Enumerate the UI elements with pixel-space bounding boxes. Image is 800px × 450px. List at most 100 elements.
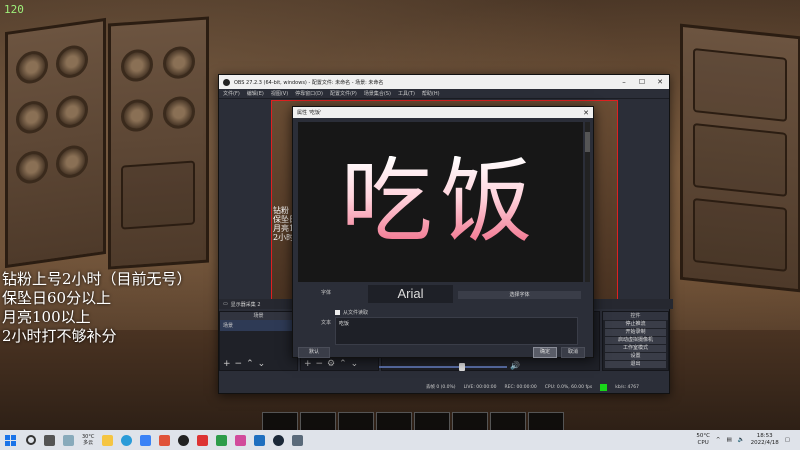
hotbar-slot[interactable] [414, 412, 450, 432]
down-icon[interactable]: ⌄ [258, 359, 270, 369]
overlay-line: 2小时打不够补分 [2, 327, 117, 345]
settings-button[interactable]: 设置 [604, 353, 666, 360]
ok-button[interactable]: 确定 [533, 347, 557, 358]
minimize-icon[interactable]: – [615, 78, 633, 86]
hotbar-slot[interactable] [338, 412, 374, 432]
volume-icon[interactable]: 🔈 [738, 437, 745, 443]
hotbar-slot[interactable] [490, 412, 526, 432]
properties-dialog: 属性 '吃饭' ✕ 吃饭 字体 Arial 选择字体 从文件读取 文本 吃饭 默… [292, 106, 594, 358]
font-name-display: Arial [368, 285, 453, 303]
studio-mode-button[interactable]: 工作室模式 [604, 345, 666, 352]
system-tray: 50°C CPU ^ ▤ 🔈 18:53 2022/4/18 ▢ [696, 433, 800, 447]
edge-icon[interactable] [121, 434, 133, 446]
start-recording-button[interactable]: 开始录制 [604, 329, 666, 336]
weather-desc: 多云 [83, 440, 94, 446]
menu-help[interactable]: 帮助(H) [422, 90, 440, 97]
menu-docks[interactable]: 停靠窗口(D) [295, 90, 323, 97]
volume-slider[interactable]: 🔊 [379, 361, 520, 372]
chevron-up-icon[interactable]: ^ [716, 437, 721, 443]
stream-overlay-text: 钻粉上号2小时（目前无号） 保坠日60分以上 月亮100以上 2小时打不够补分 [2, 270, 192, 346]
start-icon[interactable] [5, 434, 16, 446]
menu-edit[interactable]: 编辑(E) [247, 90, 264, 97]
obs-logo-icon [223, 78, 230, 86]
text-preview: 吃饭 [298, 122, 583, 282]
overlay-line: 钻粉上号2小时（目前无号） [2, 270, 192, 288]
overlay-line: 保坠日60分以上 [2, 289, 112, 307]
file-explorer-icon[interactable] [102, 434, 114, 446]
scene-item[interactable]: 场景 [220, 320, 297, 331]
menu-tools[interactable]: 工具(T) [398, 90, 415, 97]
obs-taskbar-icon[interactable] [178, 434, 190, 446]
stop-streaming-button[interactable]: 停止推流 [604, 321, 666, 328]
controls-header: 控件 [602, 312, 668, 320]
up-icon[interactable]: ⌃ [246, 359, 258, 369]
add-icon[interactable]: + [304, 359, 316, 369]
obs-statusbar: 丢帧 0 (0.0%) LIVE: 00:00:00 REC: 00:00:00… [219, 382, 669, 392]
start-virtual-camera-button[interactable]: 启动虚拟摄像机 [604, 337, 666, 344]
cancel-button[interactable]: 取消 [561, 347, 585, 358]
down-icon[interactable]: ⌄ [351, 359, 363, 369]
cpu-temp-widget[interactable]: 50°C CPU [696, 433, 710, 447]
dialog-scrollbar[interactable] [585, 122, 590, 282]
notification-icon[interactable]: ▢ [785, 437, 790, 443]
app-icon[interactable] [235, 434, 247, 446]
from-file-checkbox[interactable]: 从文件读取 [335, 309, 368, 316]
office-icon[interactable] [159, 434, 171, 446]
obs-titlebar[interactable]: OBS 27.2.3 (64-bit, windows) - 配置文件: 未命名… [219, 75, 669, 89]
stream-health-indicator [600, 383, 608, 391]
search-icon[interactable] [26, 435, 36, 445]
dropped-frames: 丢帧 0 (0.0%) [425, 385, 456, 390]
clock[interactable]: 18:53 2022/4/18 [751, 433, 779, 447]
menu-profile[interactable]: 配置文件(P) [330, 90, 357, 97]
exit-button[interactable]: 退出 [604, 361, 666, 368]
up-icon[interactable]: ⌃ [339, 359, 351, 369]
app-icon[interactable] [197, 434, 209, 446]
gear-icon[interactable]: ⚙ [327, 359, 339, 369]
weather-widget[interactable]: 30°C 多云 [82, 434, 94, 446]
hotbar-slot[interactable] [528, 412, 564, 432]
monitor-icon: ▭ [223, 301, 228, 307]
dialog-titlebar[interactable]: 属性 '吃饭' ✕ [293, 107, 593, 118]
remove-icon[interactable]: − [315, 359, 327, 369]
steam-icon[interactable] [273, 434, 285, 446]
cpu-usage: CPU: 0.0%, 60.00 fps [544, 384, 593, 390]
source-tools: +−⚙⌃⌄ [304, 359, 362, 369]
remove-icon[interactable]: − [235, 359, 247, 369]
text-input[interactable]: 吃饭 [335, 317, 578, 345]
left-door [5, 17, 106, 269]
menu-view[interactable]: 视图(V) [271, 90, 288, 97]
speaker-icon[interactable]: 🔊 [510, 361, 520, 370]
cpu-temp: 50°C [696, 433, 710, 439]
network-icon[interactable]: ▤ [727, 437, 732, 443]
volume-knob[interactable] [459, 363, 465, 371]
select-font-button[interactable]: 选择字体 [458, 291, 581, 299]
checkbox-box[interactable] [335, 310, 340, 315]
from-file-label: 从文件读取 [343, 310, 369, 316]
rec-timer: REC: 00:00:00 [504, 384, 537, 390]
controls-dock: 控件 停止推流 开始录制 启动虚拟摄像机 工作室模式 设置 退出 [601, 311, 669, 371]
source-name: 显示器采集 2 [230, 301, 261, 308]
app-icon[interactable] [292, 434, 304, 446]
app-icon[interactable] [216, 434, 228, 446]
maximize-icon[interactable]: ☐ [633, 78, 651, 86]
app-icon[interactable] [254, 434, 266, 446]
close-icon[interactable]: ✕ [579, 109, 593, 117]
menu-file[interactable]: 文件(F) [223, 90, 240, 97]
close-icon[interactable]: ✕ [651, 78, 669, 86]
add-icon[interactable]: + [223, 359, 235, 369]
menu-scene-collection[interactable]: 场景集合(S) [364, 90, 391, 97]
defaults-button[interactable]: 默认 [298, 347, 330, 358]
store-icon[interactable] [140, 434, 152, 446]
overlay-line: 月亮100以上 [2, 308, 91, 326]
task-view-icon[interactable] [44, 434, 55, 446]
preview-text: 吃饭 [340, 148, 541, 255]
hotbar-slot[interactable] [262, 412, 298, 432]
font-label: 字体 [321, 290, 332, 296]
hotbar-slot[interactable] [300, 412, 336, 432]
hotbar-slot[interactable] [376, 412, 412, 432]
scenes-header: 场景 [220, 312, 297, 320]
middle-door [108, 16, 209, 270]
live-timer: LIVE: 00:00:00 [463, 384, 497, 390]
hotbar-slot[interactable] [452, 412, 488, 432]
widgets-icon[interactable] [63, 434, 74, 446]
